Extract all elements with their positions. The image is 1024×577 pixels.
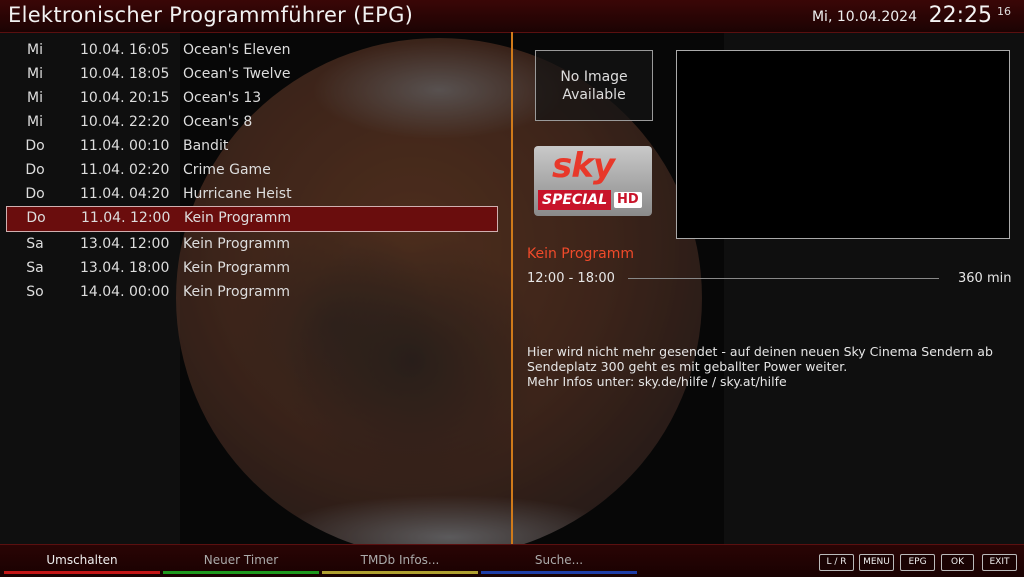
red-button-switch[interactable]: Umschalten bbox=[4, 545, 160, 577]
epg-row[interactable]: So 14.04. 00:00 Kein Programm bbox=[6, 280, 498, 304]
epg-day: Do bbox=[25, 186, 45, 202]
epg-title: Kein Programm bbox=[183, 284, 291, 300]
epg-day: Mi bbox=[27, 114, 43, 130]
epg-time: 20:15 bbox=[129, 90, 170, 106]
epg-date: 10.04. bbox=[80, 114, 125, 130]
key-ok[interactable]: OK bbox=[941, 554, 974, 571]
blue-button-label: Suche... bbox=[534, 553, 584, 567]
epg-title: Ocean's Eleven bbox=[183, 42, 291, 58]
no-image-text-line1: No Image bbox=[560, 69, 628, 85]
epg-row[interactable]: Do 11.04. 04:20 Hurricane Heist bbox=[6, 182, 498, 206]
epg-row[interactable]: Mi 10.04. 20:15 Ocean's 13 bbox=[6, 86, 498, 110]
epg-date: 10.04. bbox=[80, 42, 125, 58]
epg-title: Ocean's Twelve bbox=[183, 66, 291, 82]
green-button-label: Neuer Timer bbox=[203, 553, 279, 567]
header-bar: Elektronischer Programmführer (EPG) Mi, … bbox=[0, 0, 1024, 33]
epg-day: Mi bbox=[27, 42, 43, 58]
key-epg[interactable]: EPG bbox=[900, 554, 935, 571]
epg-title: Hurricane Heist bbox=[183, 186, 292, 202]
epg-date: 13.04. bbox=[80, 236, 125, 252]
description-line: Mehr Infos unter: sky.de/hilfe / sky.at/… bbox=[527, 374, 787, 389]
program-progress-bar bbox=[628, 278, 939, 279]
epg-day: Mi bbox=[27, 90, 43, 106]
key-left-right[interactable]: L / R bbox=[819, 554, 854, 571]
epg-day: Mi bbox=[27, 66, 43, 82]
epg-list: Mi 10.04. 16:05 Ocean's Eleven Mi 10.04. 18:05… bbox=[6, 38, 498, 304]
epg-row[interactable]: Sa 13.04. 12:00 Kein Programm bbox=[6, 232, 498, 256]
page-title: Elektronischer Programmführer (EPG) bbox=[8, 3, 414, 27]
epg-day: Sa bbox=[26, 260, 44, 276]
clock-time: 22:25 bbox=[928, 3, 992, 28]
key-menu[interactable]: MENU bbox=[859, 554, 894, 571]
description-line: Sendeplatz 300 geht es mit geballter Pow… bbox=[527, 359, 848, 374]
green-color-bar bbox=[163, 571, 319, 574]
program-title: Kein Programm bbox=[527, 246, 635, 262]
yellow-color-bar bbox=[322, 571, 478, 574]
epg-title: Bandit bbox=[183, 138, 229, 154]
epg-day: Do bbox=[25, 138, 45, 154]
blue-color-bar bbox=[481, 571, 637, 574]
epg-time: 12:00 bbox=[130, 210, 171, 226]
epg-date: 14.04. bbox=[80, 284, 125, 300]
epg-day: Do bbox=[26, 210, 46, 226]
epg-date: 11.04. bbox=[81, 210, 126, 226]
epg-title: Kein Programm bbox=[184, 210, 292, 226]
epg-time: 00:10 bbox=[129, 138, 170, 154]
program-description: Hier wird nicht mehr gesendet - auf dein… bbox=[527, 344, 1007, 389]
epg-day: Sa bbox=[26, 236, 44, 252]
yellow-button-label: TMDb Infos... bbox=[360, 553, 440, 567]
epg-date: 13.04. bbox=[80, 260, 125, 276]
program-time-range: 12:00 - 18:00 bbox=[527, 271, 615, 286]
epg-date: 11.04. bbox=[80, 138, 125, 154]
epg-day: Do bbox=[25, 162, 45, 178]
epg-time: 02:20 bbox=[129, 162, 170, 178]
channel-logo: sky SPECIAL HD bbox=[534, 146, 652, 216]
epg-row-selected[interactable]: Do 11.04. 12:00 Kein Programm bbox=[6, 206, 498, 232]
footer-bar: Umschalten Neuer Timer TMDb Infos... Suc… bbox=[0, 544, 1024, 577]
description-line: Hier wird nicht mehr gesendet - auf dein… bbox=[527, 344, 993, 359]
epg-date: 11.04. bbox=[80, 162, 125, 178]
epg-day: So bbox=[26, 284, 44, 300]
red-color-bar bbox=[4, 571, 160, 574]
epg-title: Ocean's 8 bbox=[183, 114, 253, 130]
epg-time: 18:00 bbox=[129, 260, 170, 276]
program-duration: 360 min bbox=[958, 271, 1012, 286]
epg-row[interactable]: Do 11.04. 02:20 Crime Game bbox=[6, 158, 498, 182]
epg-time: 18:05 bbox=[129, 66, 170, 82]
epg-row[interactable]: Mi 10.04. 18:05 Ocean's Twelve bbox=[6, 62, 498, 86]
clock-seconds: 16 bbox=[997, 5, 1011, 18]
epg-time: 04:20 bbox=[129, 186, 170, 202]
channel-logo-label: SPECIAL bbox=[538, 190, 612, 210]
epg-date: 10.04. bbox=[80, 66, 125, 82]
epg-time: 22:20 bbox=[129, 114, 170, 130]
channel-logo-brand: sky bbox=[552, 146, 615, 186]
channel-logo-hd-badge: HD bbox=[614, 192, 642, 208]
epg-title: Crime Game bbox=[183, 162, 271, 178]
epg-title: Ocean's 13 bbox=[183, 90, 262, 106]
red-button-label: Umschalten bbox=[46, 553, 118, 567]
panel-divider bbox=[511, 32, 513, 544]
epg-row[interactable]: Sa 13.04. 18:00 Kein Programm bbox=[6, 256, 498, 280]
epg-row[interactable]: Mi 10.04. 16:05 Ocean's Eleven bbox=[6, 38, 498, 62]
no-image-text-line2: Available bbox=[562, 87, 626, 103]
epg-title: Kein Programm bbox=[183, 260, 291, 276]
no-image-placeholder: No Image Available bbox=[535, 50, 653, 121]
epg-time: 12:00 bbox=[129, 236, 170, 252]
epg-time: 16:05 bbox=[129, 42, 170, 58]
epg-time: 00:00 bbox=[129, 284, 170, 300]
blue-button-search[interactable]: Suche... bbox=[481, 545, 637, 577]
epg-title: Kein Programm bbox=[183, 236, 291, 252]
yellow-button-tmdb-info[interactable]: TMDb Infos... bbox=[322, 545, 478, 577]
current-date: Mi, 10.04.2024 bbox=[811, 9, 917, 25]
epg-date: 11.04. bbox=[80, 186, 125, 202]
video-preview-box bbox=[676, 50, 1010, 239]
epg-row[interactable]: Mi 10.04. 22:20 Ocean's 8 bbox=[6, 110, 498, 134]
green-button-new-timer[interactable]: Neuer Timer bbox=[163, 545, 319, 577]
epg-row[interactable]: Do 11.04. 00:10 Bandit bbox=[6, 134, 498, 158]
epg-date: 10.04. bbox=[80, 90, 125, 106]
key-exit[interactable]: EXIT bbox=[982, 554, 1017, 571]
